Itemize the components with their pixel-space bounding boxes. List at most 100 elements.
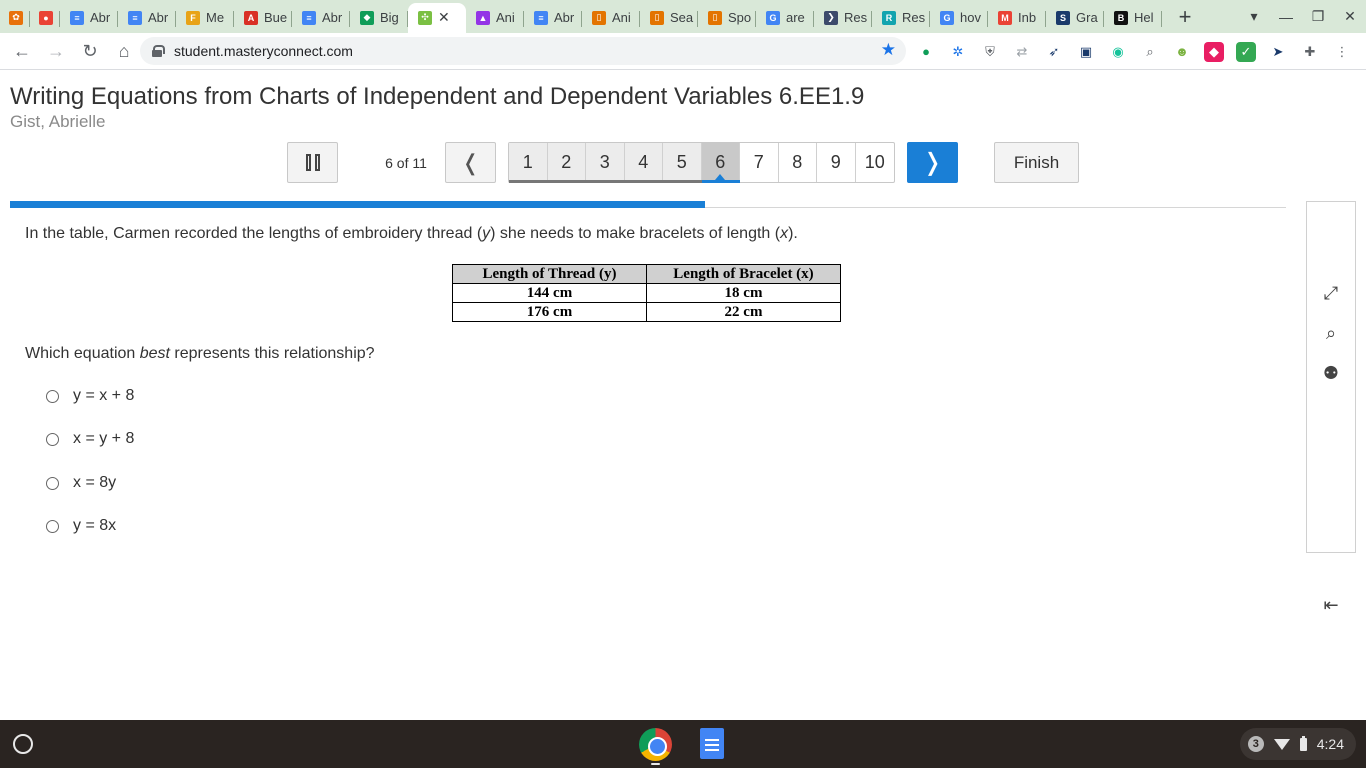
browser-tab[interactable]: Gare [756,3,814,33]
page-number-button[interactable]: 8 [779,143,817,182]
browser-tab[interactable]: ◆ Big [350,3,408,33]
answer-choice[interactable]: y = 8x [46,517,116,535]
rocket-icon[interactable]: ➶ [1044,42,1064,62]
browser-tab[interactable]: R Res [872,3,930,33]
puzzle-icon[interactable]: ✚ [1300,42,1320,62]
status-tray[interactable]: 3 4:24 [1239,728,1356,760]
collapse-sidebar-icon[interactable]: ⇤ [1307,590,1355,620]
tab-label: Gra [1076,10,1098,25]
home-icon[interactable]: ⌂ [108,35,140,67]
emoji-extension-icon[interactable]: ☻ [1172,42,1192,62]
tab-label: Res [844,10,868,25]
tab-label: Bue [264,10,288,25]
arrows-extension-icon[interactable]: ⇄ [1012,42,1032,62]
browser-tab[interactable]: ❯ Res [814,3,872,33]
address-bar[interactable]: student.masteryconnect.com ★ [140,37,906,65]
google-docs-icon[interactable] [700,728,724,759]
bookmark-star-icon[interactable]: ★ [881,40,896,60]
page-number-button[interactable]: 7 [740,143,779,182]
student-name: Gist, Abrielle [10,112,106,131]
chat-bubble-icon[interactable]: ● [916,42,936,62]
answer-choice[interactable]: x = 8y [46,474,116,492]
url-text[interactable]: student.masteryconnect.com [174,43,353,59]
chrome-icon[interactable] [639,728,672,761]
browser-tab[interactable]: ≡ Abr [524,3,582,33]
chevron-right-icon: ❭ [922,149,943,176]
expand-icon[interactable]: ⤢ [1307,278,1355,308]
question-counter: 6 of 11 [385,154,427,171]
browser-tab[interactable]: ✣ ✕ [408,2,466,33]
forward-icon[interactable]: → [40,35,72,67]
answer-choice[interactable]: y = x + 8 [46,387,134,405]
radio-button[interactable] [46,476,59,490]
tools-sidebar: ⤢ ⌕ ⚉ ⇤ [1306,201,1356,615]
search-doc-icon[interactable]: ⌕ [1307,318,1355,348]
gear-extension-icon[interactable]: ✲ [948,42,968,62]
browser-tab[interactable]: ▲ Ani [466,3,524,33]
new-tab-icon[interactable]: + [1170,2,1200,32]
cursor-icon[interactable]: ➤ [1268,42,1288,62]
accessibility-icon[interactable]: ⚉ [1307,358,1355,388]
table-cell: 176 cm [452,302,647,322]
page-number-button[interactable]: 5 [663,143,702,183]
docs-icon: ≡ [128,10,142,25]
minimize-icon[interactable]: — [1270,9,1302,25]
shield-icon[interactable]: ⛨ [980,42,1000,62]
restore-icon[interactable]: ❐ [1302,8,1334,25]
tab-search-icon[interactable]: ▾ [1238,8,1270,25]
radio-button[interactable] [46,432,59,446]
book-icon: ▯ [592,10,606,25]
browser-tab[interactable]: ✿ [0,3,30,33]
menu-dots-icon[interactable]: ⋮ [1332,42,1352,62]
reader-extension-icon[interactable]: ▣ [1076,42,1096,62]
browser-tab[interactable]: ● [30,3,60,33]
question-pager: 1 2 3 4 5 6 7 8 9 10 [508,142,895,183]
red-extension-icon[interactable]: ◆ [1204,41,1224,62]
finish-button[interactable]: Finish [994,142,1079,183]
tab-close-icon[interactable]: ✕ [438,9,450,26]
green-check-icon[interactable]: ✓ [1236,41,1256,62]
browser-tab[interactable]: F Me [176,3,234,33]
notification-badge[interactable]: 3 [1247,736,1264,752]
reload-icon[interactable]: ↻ [74,35,106,67]
page-number-button[interactable]: 1 [509,143,548,183]
tab-label: Me [206,10,225,25]
page-number-button[interactable]: 2 [547,143,586,183]
next-button[interactable]: ❭ [907,142,958,183]
browser-tab[interactable]: ▯ Sea [640,3,698,33]
browser-tab[interactable]: M Inb [988,3,1046,33]
browser-tab[interactable]: A Bue [234,3,292,33]
browser-tab[interactable]: ≡ Abr [292,3,350,33]
browser-tab[interactable]: Ghov [930,3,988,33]
browser-tab[interactable]: ≡ Abr [118,3,176,33]
back-icon[interactable]: ← [6,35,38,67]
google-icon: G [940,10,954,25]
browser-tab[interactable]: ▯ Spo [698,3,756,33]
classroom-icon: ▲ [476,10,490,25]
page-number-button[interactable]: 10 [856,143,895,182]
browser-tab[interactable]: ≡ Abr [60,3,118,33]
previous-button[interactable]: ❬ [445,142,496,183]
browser-tab[interactable]: B Hel [1104,3,1162,33]
colorful-logo-icon: ✿ [9,10,23,25]
wifi-icon [1273,738,1290,750]
answer-choice-label: x = y + 8 [73,430,135,447]
page-number-button[interactable]: 3 [586,143,625,183]
close-window-icon[interactable]: ✕ [1334,8,1366,25]
f-logo-icon: F [186,10,200,25]
pause-button[interactable] [287,142,338,183]
page-number-button[interactable]: 6 [701,143,740,183]
radio-button[interactable] [46,519,59,533]
radio-button[interactable] [46,389,59,403]
lock-icon[interactable] [152,45,165,57]
page-number-button[interactable]: 4 [624,143,663,183]
magnifier-icon[interactable]: ⌕ [1140,42,1160,62]
answer-choice[interactable]: x = y + 8 [46,430,134,448]
browser-tab[interactable]: ▯ Ani [582,3,640,33]
grammarly-icon[interactable]: ◉ [1108,42,1128,62]
browser-tab[interactable]: S Gra [1046,3,1104,33]
book-icon: ▯ [650,10,664,25]
page-number-button[interactable]: 9 [817,143,856,182]
table-header-cell: Length of Bracelet (x) [646,264,841,284]
launcher-icon[interactable] [13,734,33,754]
